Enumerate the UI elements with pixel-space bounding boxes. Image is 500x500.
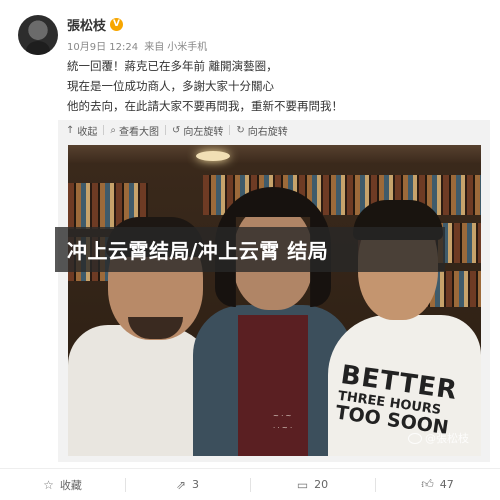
post-line: 統一回覆！蔣克已在多年前 離開演藝圈， bbox=[67, 59, 278, 73]
collapse-button[interactable]: ↑ 收起 bbox=[66, 123, 97, 138]
arrow-up-icon: ↑ bbox=[66, 124, 75, 136]
favorite-label: 收藏 bbox=[59, 478, 82, 492]
watermark: @張松枝 bbox=[408, 430, 469, 446]
photo-frame: ~ · ~ · · ~ · BETTER THREE HOURS TOO SOON… bbox=[58, 140, 490, 462]
post-line: 他的去向，在此請大家不要再問我，重新不要再問我！ bbox=[67, 99, 343, 113]
watermark-text: @張松枝 bbox=[425, 432, 469, 445]
rotate-right-icon: ↻ bbox=[236, 124, 245, 136]
comment-button[interactable]: ▭ 20 bbox=[250, 476, 375, 494]
title-banner: 冲上云霄结局/冲上云霄 结局 bbox=[55, 227, 445, 272]
like-button[interactable]: 👍︎ 47 bbox=[375, 476, 500, 494]
divider bbox=[165, 125, 166, 135]
ceiling bbox=[68, 145, 481, 163]
verified-icon: V bbox=[110, 17, 124, 31]
like-count: 47 bbox=[439, 478, 454, 491]
image-toolbar: ↑ 收起 ⌕ 查看大图 ↺ 向左旋转 ↻ 向右旋转 bbox=[58, 120, 490, 140]
comment-icon: ▭ bbox=[296, 477, 309, 492]
rotate-left-button[interactable]: ↺ 向左旋转 bbox=[172, 123, 223, 138]
star-icon: ☆ bbox=[43, 477, 54, 492]
repost-button[interactable]: ⇗ 3 bbox=[125, 476, 250, 494]
post-source[interactable]: 小米手机 bbox=[167, 42, 207, 53]
magnifier-icon: ⌕ bbox=[110, 124, 116, 136]
rotate-right-label: 向右旋转 bbox=[247, 126, 288, 138]
view-large-button[interactable]: ⌕ 查看大图 bbox=[110, 123, 159, 138]
post-date[interactable]: 10月9日 12:24 bbox=[67, 42, 138, 53]
rotate-left-label: 向左旋转 bbox=[183, 126, 224, 138]
username-row: 張松枝 V bbox=[67, 14, 124, 34]
rotate-left-icon: ↺ bbox=[172, 124, 181, 136]
source-prefix: 来自 bbox=[144, 42, 165, 53]
post-text: 統一回覆！蔣克已在多年前 離開演藝圈， 現在是一位成功商人，多謝大家十分關心 他… bbox=[67, 56, 343, 116]
divider bbox=[229, 125, 231, 135]
post-meta: 10月9日 12:24 来自 小米手机 bbox=[67, 38, 210, 53]
share-icon: ⇗ bbox=[175, 477, 187, 492]
rotate-right-button[interactable]: ↻ 向右旋转 bbox=[236, 123, 287, 138]
weibo-post: 張松枝 V 10月9日 12:24 来自 小米手机 統一回覆！蔣克已在多年前 離開… bbox=[0, 0, 500, 500]
favorite-button[interactable]: ☆ 收藏 bbox=[0, 476, 125, 494]
action-bar: ☆ 收藏 ⇗ 3 ▭ 20 👍︎ 47 bbox=[0, 468, 500, 500]
view-large-label: 查看大图 bbox=[119, 126, 159, 138]
shirt-print: ~ · ~ · · ~ · bbox=[273, 412, 293, 432]
post-line: 現在是一位成功商人，多謝大家十分關心 bbox=[67, 79, 274, 93]
post-photo[interactable]: ~ · ~ · · ~ · BETTER THREE HOURS TOO SOON… bbox=[68, 145, 481, 456]
comment-count: 20 bbox=[314, 478, 329, 491]
divider bbox=[103, 125, 105, 135]
avatar[interactable] bbox=[18, 15, 58, 55]
banner-text: 冲上云霄结局/冲上云霄 结局 bbox=[67, 239, 329, 263]
username-link[interactable]: 張松枝 bbox=[67, 15, 106, 34]
repost-count: 3 bbox=[192, 478, 200, 491]
collapse-label: 收起 bbox=[77, 126, 98, 138]
thumbs-up-icon: 👍︎ bbox=[421, 477, 434, 491]
weibo-logo-icon bbox=[408, 432, 422, 444]
ceiling-lamp bbox=[196, 151, 230, 161]
